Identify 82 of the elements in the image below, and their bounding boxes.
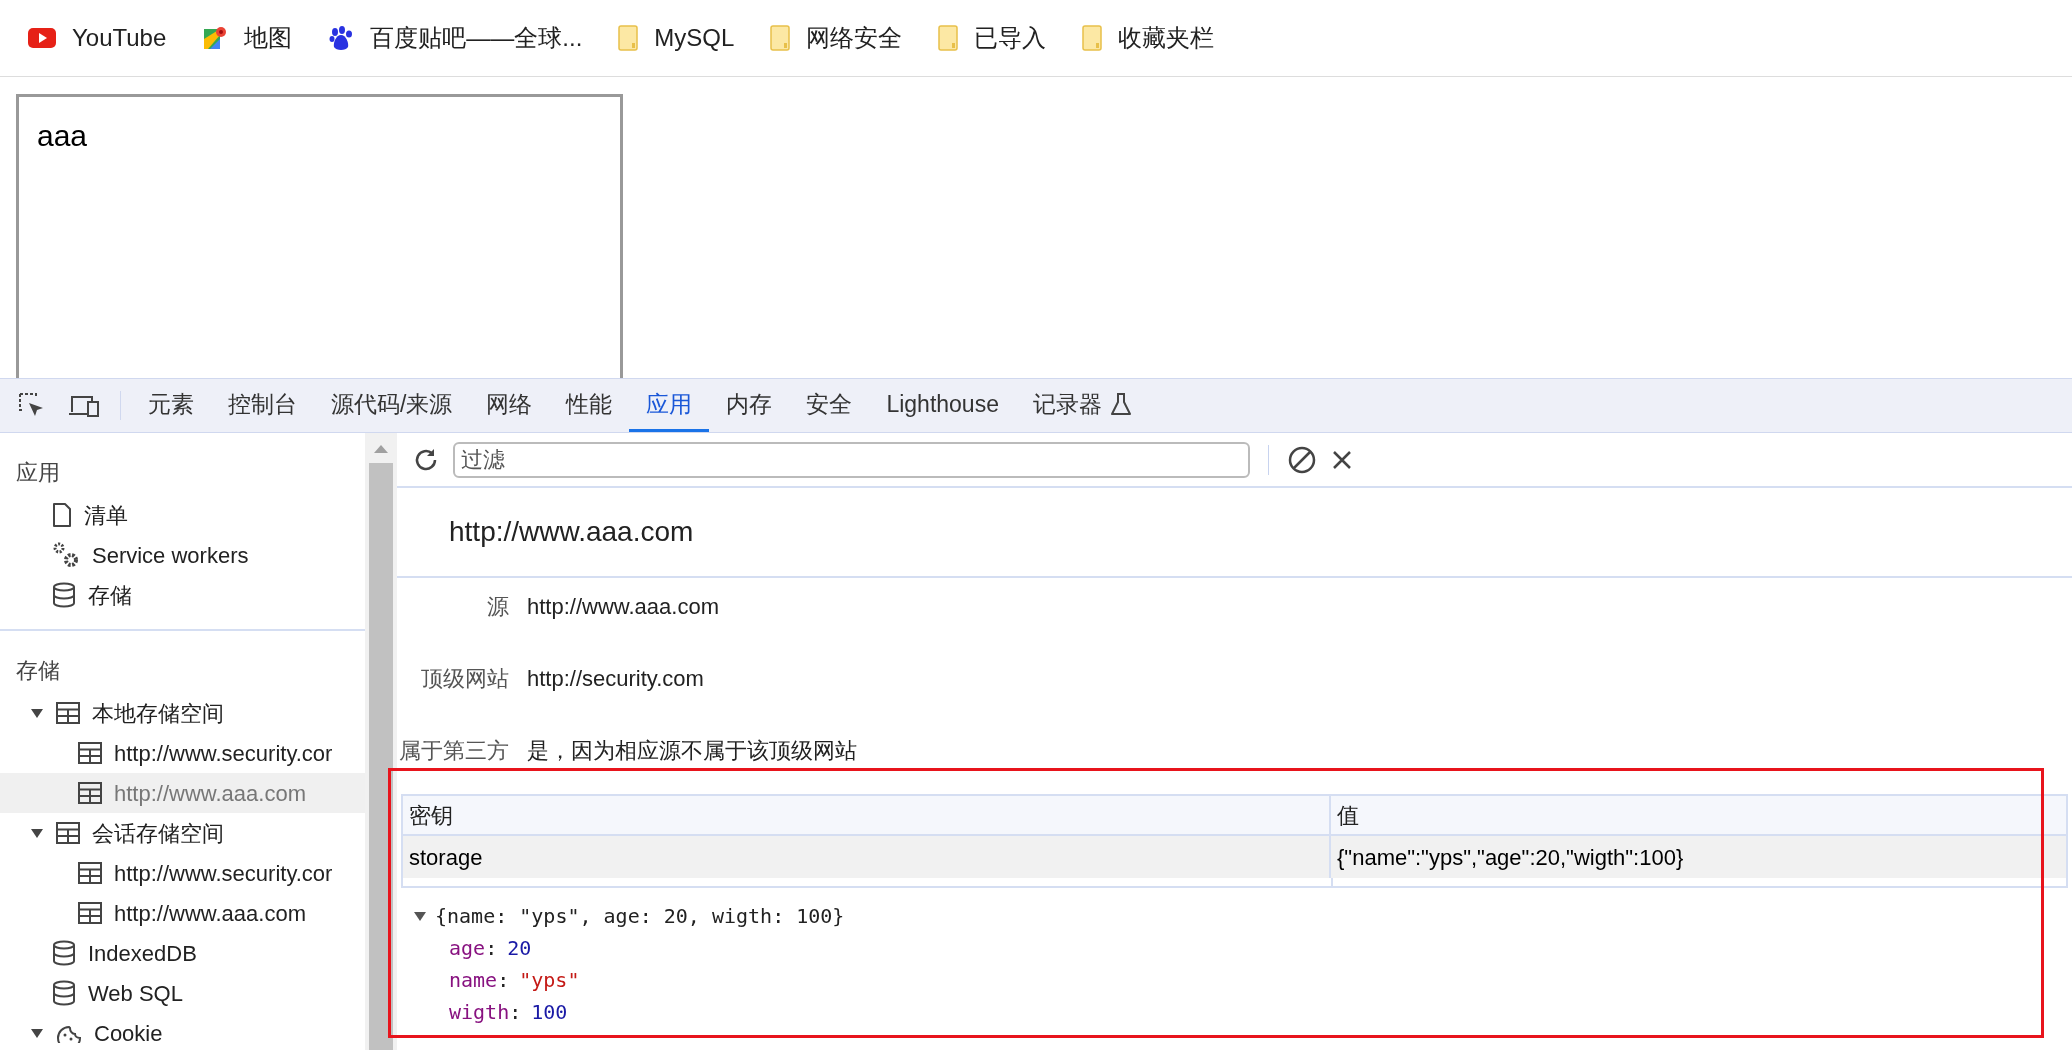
table-icon [56,702,80,724]
property-key: wigth [449,996,510,1028]
tree-item[interactable]: http://www.security.cor [0,853,365,893]
bookmark[interactable]: 网络安全 [770,20,903,56]
table-icon [78,782,102,804]
tree-item[interactable]: 存储 [0,575,365,615]
property-key: name [449,964,498,996]
tree-item[interactable]: Service workers [0,535,365,575]
tree-item[interactable]: Web SQL [0,973,365,1013]
devtools-tab[interactable]: 性能 [549,379,630,432]
object-summary: {name: "yps", age: 20, wigth: 100} [435,903,845,930]
column-header[interactable]: 值 [1331,796,2066,834]
map-pin-icon [202,25,229,51]
database-icon [52,980,76,1006]
expand-caret-icon[interactable] [413,910,427,922]
bookmark[interactable]: 百度贴吧——全球... [328,20,583,56]
table-cell: storage [403,836,1331,878]
devtools-tab[interactable]: 控制台 [211,379,314,432]
video-play-icon [28,28,56,48]
devtools-tab[interactable]: 内存 [709,379,790,432]
table-cell-text: {"name":"yps","age":20,"wigth":100} [1336,843,1685,872]
devtools-tab[interactable]: 应用 [629,379,710,432]
expand-caret-icon[interactable] [30,827,44,839]
folder-icon [1082,25,1103,51]
database-icon [52,582,76,608]
devtools-tab[interactable]: 元素 [131,379,211,432]
info-value: 是，因为相应源不属于该顶级网站 [527,736,857,765]
document-icon [52,502,72,528]
devtools-tab[interactable]: Lighthouse [869,379,1016,432]
folder-icon [618,25,639,51]
tree-item[interactable]: 会话存储空间 [0,813,365,853]
tree-item[interactable]: http://www.aaa.com [0,893,365,933]
property-value: "yps" [519,967,580,994]
flask-icon [1109,392,1132,416]
property-colon: : [497,967,511,994]
property-colon: : [509,999,523,1026]
expand-caret-icon[interactable] [30,707,44,719]
origin-title: http://www.aaa.com [449,515,694,549]
info-value: http://www.aaa.com [527,592,719,621]
cookie-icon [56,1023,82,1043]
table-icon [56,822,80,844]
tree-item[interactable]: IndexedDB [0,933,365,973]
bookmark[interactable]: MySQL [618,20,735,56]
devtools-tab[interactable]: 源代码/来源 [314,379,470,432]
devtools-tab[interactable]: 记录器 [1015,379,1149,432]
table-icon [78,742,102,764]
gears-icon [52,541,80,569]
column-header[interactable]: 密钥 [403,796,1331,834]
block-icon[interactable] [1287,444,1317,475]
info-value: http://security.com [527,664,704,693]
folder-icon [770,25,791,51]
tree-item[interactable]: http://www.aaa.com [0,773,365,813]
property-value: 100 [531,999,568,1026]
devtools-tab[interactable]: 安全 [789,379,870,432]
device-toggle-icon[interactable] [68,393,100,418]
scrollbar[interactable] [365,433,397,1050]
bookmark[interactable]: 地图 [202,20,293,56]
info-label: 顶级网站 [420,664,510,693]
close-icon[interactable] [1331,448,1353,471]
tree-item[interactable]: Cookie [0,1013,365,1050]
paw-icon [328,25,355,51]
expand-caret-icon[interactable] [30,1027,44,1039]
database-icon [52,940,76,966]
property-colon: : [485,935,499,962]
bookmark[interactable]: 已导入 [938,20,1047,56]
table-icon [78,902,102,924]
info-label: 属于第三方 [398,736,510,765]
property-key: age [449,932,486,964]
devtools-tab[interactable]: 网络 [469,379,550,432]
property-value: 20 [507,935,532,962]
table-icon [78,862,102,884]
bookmark[interactable]: YouTube [28,20,167,56]
bookmark[interactable]: 收藏夹栏 [1082,20,1215,56]
folder-icon [938,25,959,51]
tree-item[interactable]: 本地存储空间 [0,693,365,733]
section-heading: 存储 [15,657,61,685]
tree-item[interactable]: 清单 [0,495,365,535]
tree-item[interactable]: http://www.security.cor [0,733,365,773]
section-heading: 应用 [15,459,61,487]
info-label: 源 [486,592,510,621]
table-row[interactable]: storage {"name":"yps","age":20,"wigth":100} [403,836,2066,878]
filter-field[interactable]: 过滤 [453,441,1250,478]
